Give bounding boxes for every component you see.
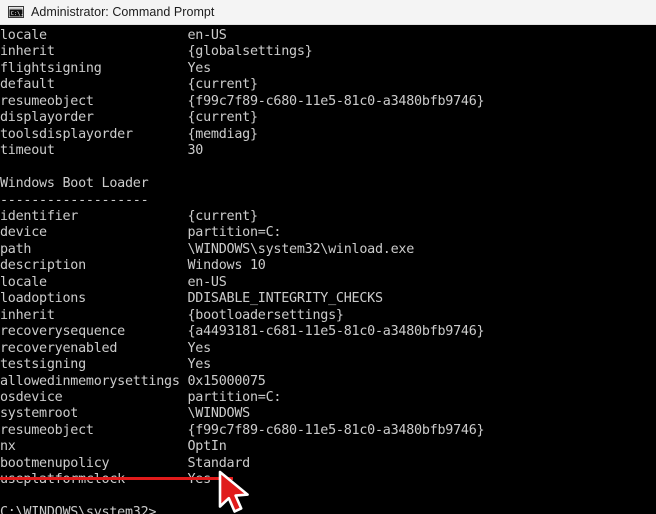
svg-text:C:\.: C:\. [11, 11, 24, 17]
window-title: Administrator: Command Prompt [31, 5, 215, 19]
console-text: locale en-US inherit {globalsettings} fl… [0, 28, 485, 514]
command-prompt-window: C:\. Administrator: Command Prompt local… [0, 0, 656, 514]
window-titlebar[interactable]: C:\. Administrator: Command Prompt [0, 0, 656, 25]
annotation-underline [0, 477, 233, 480]
command-prompt-icon: C:\. [8, 6, 24, 18]
console-output-area[interactable]: locale en-US inherit {globalsettings} fl… [0, 25, 656, 514]
